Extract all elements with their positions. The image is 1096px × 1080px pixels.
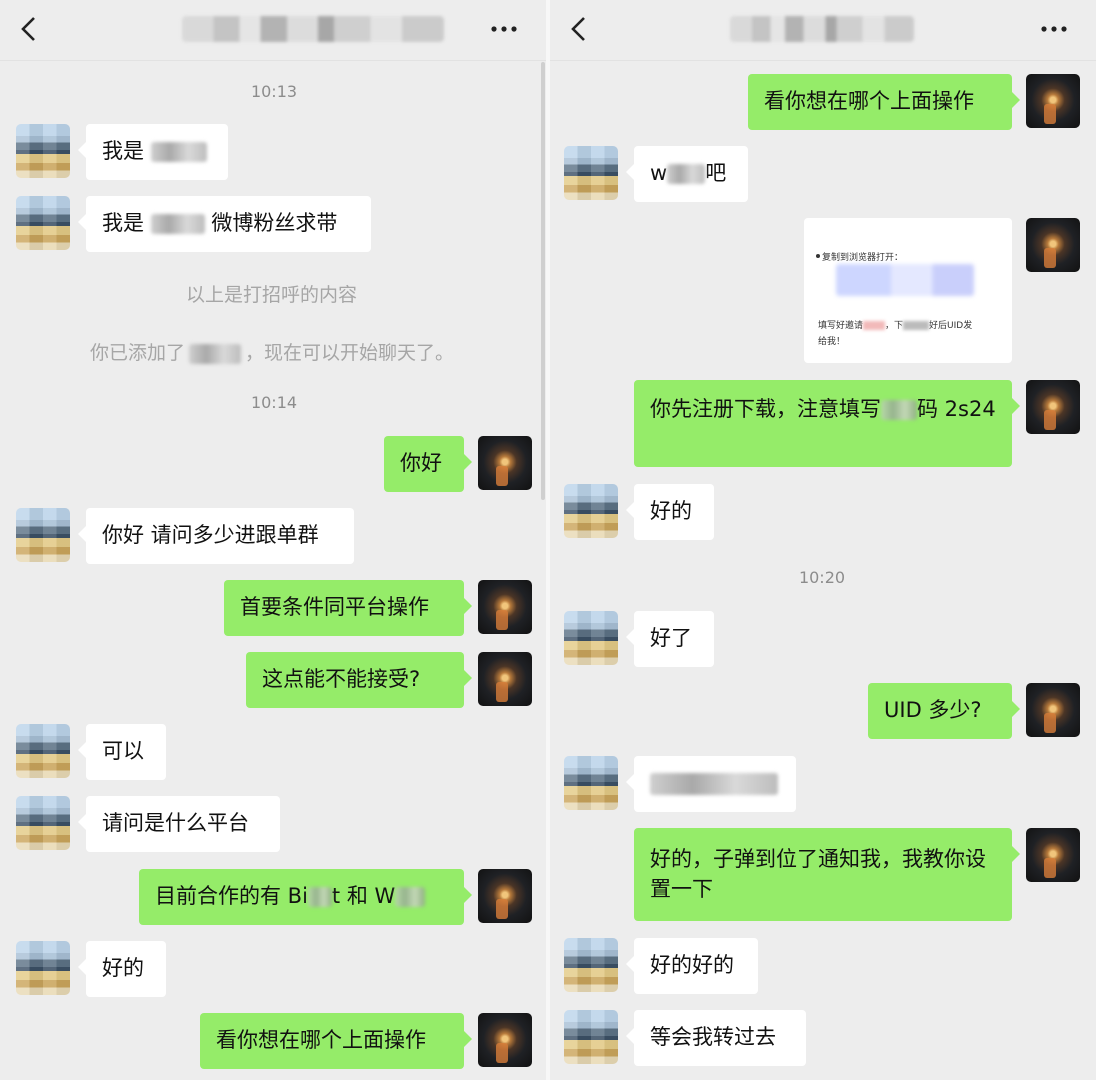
- message-bubble[interactable]: 好的: [626, 484, 714, 540]
- message-text: 目前合作的有 Bi: [155, 884, 308, 908]
- right-chat-panel: 看你想在哪个上面操作 w吧 复制到浏览器打开： 填写好邀请 ，下 好后UID发 给我…: [550, 0, 1096, 1080]
- message-bubble[interactable]: 这点能不能接受?: [246, 652, 472, 708]
- message-bubble[interactable]: 你好: [384, 436, 472, 492]
- contact-avatar[interactable]: [16, 196, 70, 250]
- message-bubble[interactable]: 你先注册下载，注意填写 码 2s24: [634, 380, 1020, 467]
- card-text: 复制到浏览器打开：: [822, 253, 904, 263]
- contact-avatar[interactable]: [16, 508, 70, 562]
- back-chevron-icon[interactable]: [566, 14, 592, 44]
- message-bubble[interactable]: 我是 微博粉丝求带: [78, 196, 371, 252]
- chat-title-redacted: [182, 16, 444, 42]
- contact-avatar[interactable]: [16, 124, 70, 178]
- contact-avatar[interactable]: [564, 611, 618, 665]
- self-avatar[interactable]: [478, 580, 532, 634]
- timestamp: 10:20: [798, 568, 846, 587]
- more-dots-icon[interactable]: [486, 14, 526, 44]
- contact-avatar[interactable]: [564, 146, 618, 200]
- redacted-text: [395, 887, 426, 907]
- message-text: 我是: [102, 139, 144, 163]
- left-chat-panel: 10:13 我是 我是 微博粉丝求带 以上是打招呼的内容 你已添加了 ，现在可以开…: [0, 0, 546, 1080]
- contact-avatar[interactable]: [564, 938, 618, 992]
- redacted-text: [150, 214, 205, 234]
- redacted-text: [307, 887, 332, 907]
- redacted-text: [150, 142, 207, 162]
- message-bubble[interactable]: 看你想在哪个上面操作: [200, 1013, 472, 1069]
- message-bubble[interactable]: 请问是什么平台: [78, 796, 280, 852]
- self-avatar[interactable]: [478, 436, 532, 490]
- redacted-link: [836, 264, 974, 296]
- contact-avatar[interactable]: [564, 1010, 618, 1064]
- scrollbar[interactable]: [541, 62, 545, 500]
- contact-avatar[interactable]: [564, 756, 618, 810]
- system-notice: 以上是打招呼的内容: [186, 284, 358, 306]
- image-message[interactable]: 复制到浏览器打开： 填写好邀请 ，下 好后UID发 给我！: [804, 218, 1012, 363]
- self-avatar[interactable]: [1026, 74, 1080, 128]
- redacted-text: [650, 773, 778, 795]
- message-bubble[interactable]: 你好 请问多少进跟单群: [78, 508, 354, 564]
- message-bubble[interactable]: 看你想在哪个上面操作: [748, 74, 1020, 130]
- contact-avatar[interactable]: [16, 724, 70, 778]
- self-avatar[interactable]: [1026, 218, 1080, 272]
- message-bubble[interactable]: 等会我转过去: [626, 1010, 806, 1066]
- contact-avatar[interactable]: [16, 941, 70, 995]
- message-bubble[interactable]: [626, 756, 796, 812]
- self-avatar[interactable]: [478, 1013, 532, 1067]
- message-bubble[interactable]: 首要条件同平台操作: [224, 580, 472, 636]
- message-text: 吧: [705, 161, 727, 185]
- bullet-dot: [816, 254, 820, 258]
- timestamp: 10:14: [250, 393, 298, 412]
- self-avatar[interactable]: [1026, 380, 1080, 434]
- message-bubble[interactable]: 目前合作的有 Bi t 和 W: [139, 869, 472, 925]
- message-bubble[interactable]: w吧: [626, 146, 748, 202]
- more-dots-icon[interactable]: [1036, 14, 1076, 44]
- message-text: 码 2s24: [917, 397, 996, 421]
- system-notice: 你已添加了 ，现在可以开始聊天了。: [90, 342, 455, 364]
- message-bubble[interactable]: UID 多少?: [868, 683, 1020, 739]
- chat-header: [0, 0, 546, 61]
- message-bubble[interactable]: 好的: [78, 941, 166, 997]
- redacted-text: [667, 164, 706, 184]
- message-bubble[interactable]: 可以: [78, 724, 166, 780]
- self-avatar[interactable]: [1026, 828, 1080, 882]
- message-text: t 和 W: [331, 884, 396, 908]
- message-text: w: [650, 161, 668, 185]
- message-bubble[interactable]: 好的好的: [626, 938, 758, 994]
- timestamp: 10:13: [250, 82, 298, 101]
- message-bubble[interactable]: 好的，子弹到位了通知我，我教你设置一下: [634, 828, 1020, 921]
- self-avatar[interactable]: [478, 652, 532, 706]
- card-text: 填写好邀请 ，下 好后UID发: [818, 321, 973, 331]
- message-text: 微博粉丝求带: [211, 211, 338, 235]
- chat-title-redacted: [730, 16, 914, 42]
- chat-header: [550, 0, 1096, 61]
- back-chevron-icon[interactable]: [16, 14, 42, 44]
- redacted-text: [881, 400, 917, 420]
- card-text: 给我！: [818, 337, 846, 347]
- self-avatar[interactable]: [1026, 683, 1080, 737]
- message-bubble[interactable]: 好了: [626, 611, 714, 667]
- message-bubble[interactable]: 我是: [78, 124, 228, 180]
- message-text: 我是: [102, 211, 144, 235]
- self-avatar[interactable]: [478, 869, 532, 923]
- contact-avatar[interactable]: [16, 796, 70, 850]
- contact-avatar[interactable]: [564, 484, 618, 538]
- message-text: 你先注册下载，注意填写: [650, 397, 881, 421]
